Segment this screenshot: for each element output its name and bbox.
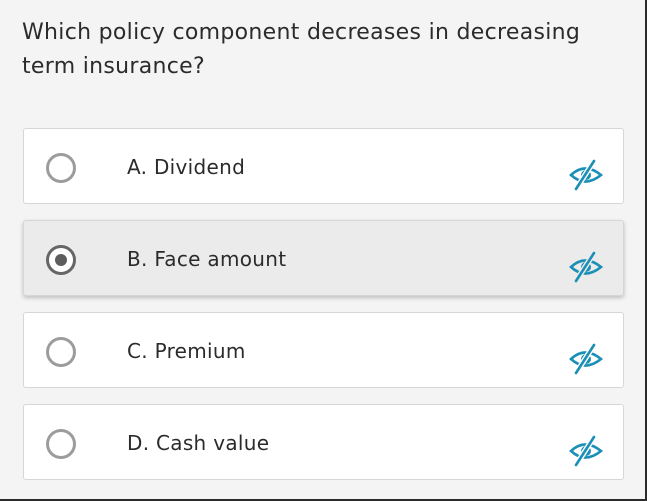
radio-button[interactable]	[46, 337, 76, 367]
eye-slash-icon[interactable]	[568, 251, 604, 285]
eye-slash-icon[interactable]	[568, 435, 604, 469]
radio-button[interactable]	[46, 429, 76, 459]
answer-option-a[interactable]: A. Dividend	[23, 128, 624, 204]
option-label: A. Dividend	[127, 155, 246, 179]
option-label: C. Premium	[127, 339, 246, 363]
answer-option-c[interactable]: C. Premium	[23, 312, 624, 388]
option-label: D. Cash value	[127, 431, 270, 455]
question-text: Which policy component decreases in decr…	[22, 20, 581, 79]
eye-slash-icon[interactable]	[568, 159, 604, 193]
radio-button-selected[interactable]	[46, 245, 76, 275]
answer-option-b[interactable]: B. Face amount	[23, 220, 624, 296]
radio-dot	[55, 254, 67, 266]
eye-slash-icon[interactable]	[568, 343, 604, 377]
radio-button[interactable]	[46, 153, 76, 183]
option-label: B. Face amount	[127, 247, 287, 271]
answer-option-d[interactable]: D. Cash value	[23, 404, 624, 480]
